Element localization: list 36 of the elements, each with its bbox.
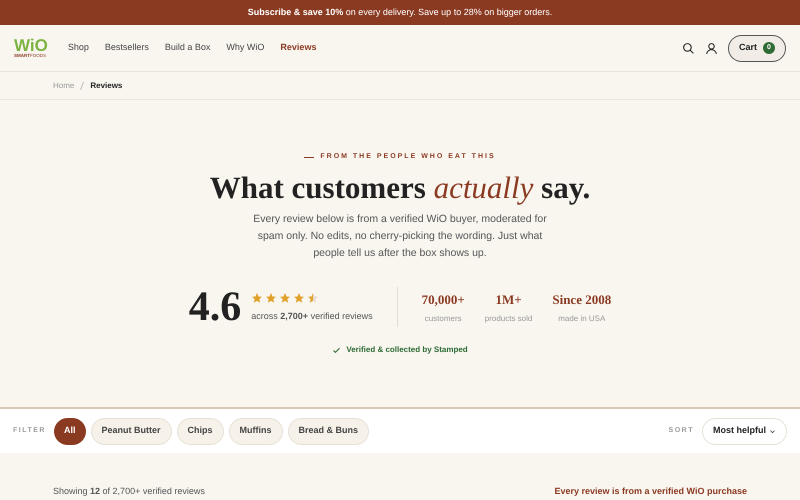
stat-label: products sold [484,312,532,324]
chevron-down-icon [769,428,776,434]
nav-link[interactable]: Why WiO [226,41,264,55]
nav-link[interactable]: Shop [68,41,89,55]
page-title: What customers actually say. [210,168,590,207]
stat-label: made in USA [558,312,606,324]
nav-link[interactable]: Build a Box [164,41,210,55]
rating-summary: across 2,700+ verified reviews [251,310,373,322]
star-icon [251,292,264,304]
results-count: Showing 12 of 2,700+ verified reviews [53,485,205,497]
verified-note: Verified & collected by Stamped [346,344,468,356]
sort-dropdown[interactable]: Most helpful [702,418,787,444]
stat-label: customers [424,312,462,324]
stat-value: 1M+ [495,291,522,309]
filter-chip[interactable]: Chips [176,418,224,444]
filter-chip[interactable]: Muffins [228,418,283,444]
star-icon [279,292,292,304]
star-icon [307,292,320,304]
search-icon[interactable] [682,42,695,54]
nav-link[interactable]: Reviews [280,41,316,55]
filter-chip[interactable]: All [54,418,86,444]
user-icon[interactable] [704,42,718,54]
star-icon [265,292,278,304]
stat-value: Since 2008 [552,291,612,309]
breadcrumb-link[interactable]: Reviews [90,80,122,92]
filter-chip[interactable]: Peanut Butter [90,418,172,444]
rating-score: 4.6 [188,286,242,328]
breadcrumb-separator-icon [80,82,84,90]
star-icon [293,292,306,304]
nav-link[interactable]: Bestsellers [104,41,149,55]
check-icon [332,346,342,355]
promo-banner: Subscribe & save 10% on every delivery. Save up to 28% on bigger orders. [0,0,800,25]
stat-value: 70,000+ [422,291,465,309]
intro-paragraph: Every review below is from a verified WiO buyer, moderated for spam only. No edits, no cherry-picking the wording. Just what people tell us after the box shows up. [252,212,548,262]
filter-chip[interactable]: Bread & Buns [288,418,370,444]
verified-purchase-note: Every review is from a verified WiO purchase [554,485,747,497]
